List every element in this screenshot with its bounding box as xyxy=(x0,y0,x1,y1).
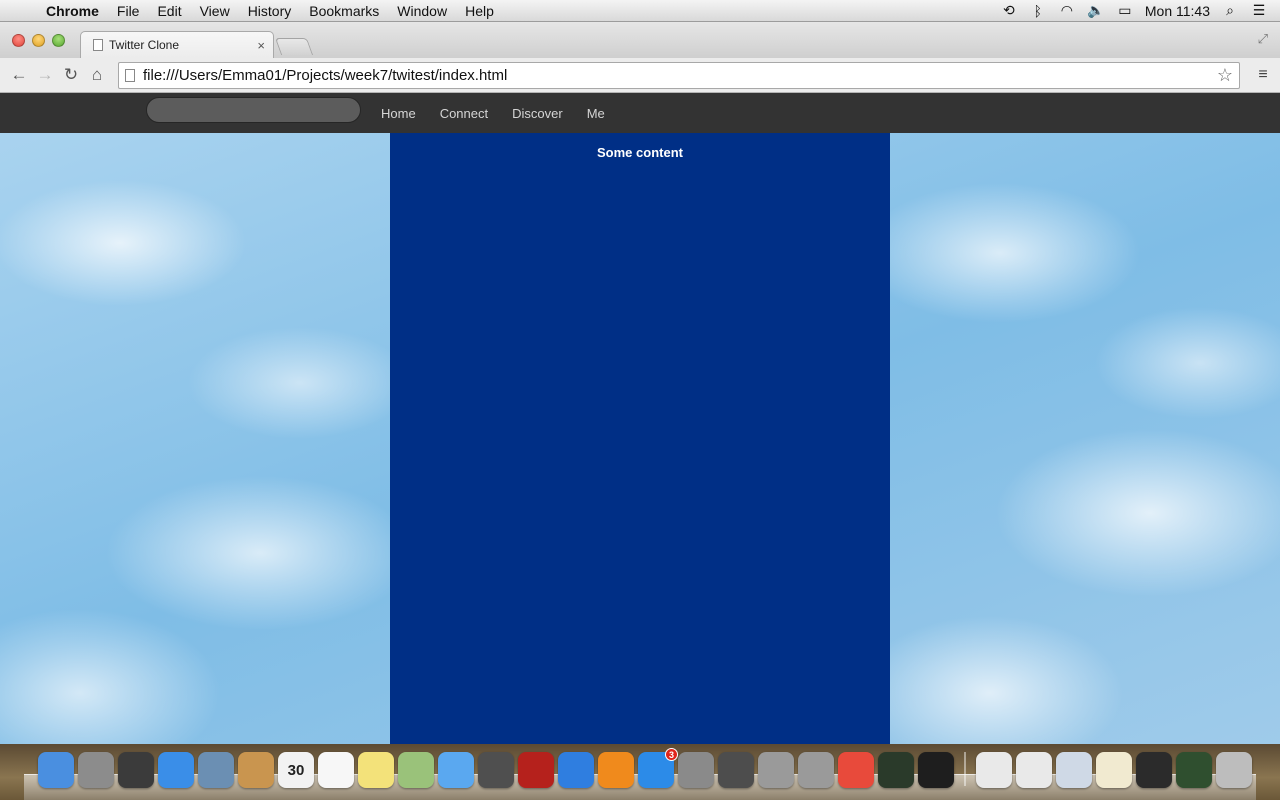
facetime-icon[interactable] xyxy=(478,752,514,788)
menu-window[interactable]: Window xyxy=(388,0,456,22)
screenshot-stack-4-icon[interactable] xyxy=(1176,752,1212,788)
terminal-icon[interactable] xyxy=(918,752,954,788)
mail-icon[interactable] xyxy=(198,752,234,788)
time-machine-icon[interactable]: ⟲ xyxy=(1000,2,1018,19)
maps-icon[interactable] xyxy=(398,752,434,788)
site-nav-bar: Home Connect Discover Me xyxy=(0,93,1280,133)
browser-tab[interactable]: Twitter Clone × xyxy=(80,31,274,58)
dock-icons: 30 3 xyxy=(38,748,1252,788)
itunes-icon[interactable] xyxy=(558,752,594,788)
unknown-app-1-icon[interactable] xyxy=(758,752,794,788)
page-icon xyxy=(125,68,135,82)
menu-bar: Chrome File Edit View History Bookmarks … xyxy=(0,0,1280,22)
url-text[interactable]: file:///Users/Emma01/Projects/week7/twit… xyxy=(143,67,1217,84)
forward-button[interactable]: → xyxy=(32,65,58,85)
sublime-text-icon[interactable] xyxy=(718,752,754,788)
nav-link-connect[interactable]: Connect xyxy=(428,106,500,121)
document-stack-2-icon[interactable] xyxy=(1016,752,1052,788)
reload-button[interactable]: ↻ xyxy=(58,65,84,85)
address-bar[interactable]: file:///Users/Emma01/Projects/week7/twit… xyxy=(118,61,1240,89)
menu-help[interactable]: Help xyxy=(456,0,503,22)
screenshot-stack-3-icon[interactable] xyxy=(1136,752,1172,788)
cloud-background: Some content xyxy=(0,133,1280,744)
battery-icon[interactable]: ▭ xyxy=(1116,2,1134,19)
notes-icon[interactable] xyxy=(358,752,394,788)
activity-monitor-icon[interactable] xyxy=(878,752,914,788)
safari-icon[interactable] xyxy=(158,752,194,788)
page-icon xyxy=(93,39,103,51)
bluetooth-icon[interactable]: ᛒ xyxy=(1029,3,1047,19)
photo-booth-red-icon[interactable] xyxy=(518,752,554,788)
minimize-window-button[interactable] xyxy=(32,34,45,47)
notification-center-icon[interactable]: ☰ xyxy=(1250,2,1268,19)
menu-app-name[interactable]: Chrome xyxy=(36,0,108,22)
app-store-icon[interactable]: 3 xyxy=(638,748,678,788)
menu-file[interactable]: File xyxy=(108,0,149,22)
reminders-icon[interactable] xyxy=(318,752,354,788)
launchpad-icon[interactable] xyxy=(78,752,114,788)
wifi-icon[interactable]: ◠ xyxy=(1058,2,1076,19)
close-window-button[interactable] xyxy=(12,34,25,47)
dock-separator xyxy=(964,752,966,786)
menu-history[interactable]: History xyxy=(239,0,301,22)
unknown-app-2-icon[interactable] xyxy=(798,752,834,788)
chrome-icon[interactable] xyxy=(838,752,874,788)
photo-booth-icon[interactable] xyxy=(118,752,154,788)
fullscreen-icon[interactable]: ⤢ xyxy=(1258,31,1268,47)
new-tab-button[interactable] xyxy=(274,38,314,55)
nav-link-home[interactable]: Home xyxy=(369,106,428,121)
menubar-clock[interactable]: Mon 11:43 xyxy=(1145,3,1210,19)
main-content-text: Some content xyxy=(597,145,683,160)
system-preferences-icon[interactable] xyxy=(678,752,714,788)
finder-icon[interactable] xyxy=(38,752,74,788)
tab-strip: Twitter Clone × ⤢ xyxy=(0,22,1280,58)
nav-link-me[interactable]: Me xyxy=(575,106,617,121)
menu-edit[interactable]: Edit xyxy=(148,0,190,22)
document-stack-1-icon[interactable] xyxy=(976,752,1012,788)
bookmark-star-icon[interactable]: ☆ xyxy=(1217,65,1233,86)
tab-title: Twitter Clone xyxy=(109,38,180,52)
screenshot-stack-2-icon[interactable] xyxy=(1096,752,1132,788)
trash-icon[interactable] xyxy=(1216,752,1252,788)
browser-toolbar: ← → ↻ ⌂ file:///Users/Emma01/Projects/we… xyxy=(0,58,1280,93)
screenshot-stack-1-icon[interactable] xyxy=(1056,752,1092,788)
menu-bookmarks[interactable]: Bookmarks xyxy=(300,0,388,22)
calendar-icon[interactable]: 30 xyxy=(278,752,314,788)
nav-link-discover[interactable]: Discover xyxy=(500,106,575,121)
menu-view[interactable]: View xyxy=(191,0,239,22)
chrome-menu-icon[interactable]: ≡ xyxy=(1252,66,1274,84)
search-input[interactable] xyxy=(146,97,361,123)
back-button[interactable]: ← xyxy=(6,65,32,85)
messages-icon[interactable] xyxy=(438,752,474,788)
home-button[interactable]: ⌂ xyxy=(84,65,110,85)
dock: 30 3 xyxy=(0,744,1280,800)
app-store-badge: 3 xyxy=(665,748,678,761)
site-nav-links: Home Connect Discover Me xyxy=(369,93,617,133)
page-viewport: Home Connect Discover Me Some content xyxy=(0,93,1280,744)
tab-close-icon[interactable]: × xyxy=(257,38,265,53)
status-area: ⟲ ᛒ ◠ 🔈 ▭ Mon 11:43 ⌕ ☰ xyxy=(1000,2,1280,19)
contacts-icon[interactable] xyxy=(238,752,274,788)
spotlight-icon[interactable]: ⌕ xyxy=(1221,2,1239,19)
ibooks-icon[interactable] xyxy=(598,752,634,788)
zoom-window-button[interactable] xyxy=(52,34,65,47)
browser-window: Twitter Clone × ⤢ ← → ↻ ⌂ file:///Users/… xyxy=(0,22,1280,744)
volume-icon[interactable]: 🔈 xyxy=(1087,2,1105,19)
main-content-column: Some content xyxy=(390,133,890,744)
